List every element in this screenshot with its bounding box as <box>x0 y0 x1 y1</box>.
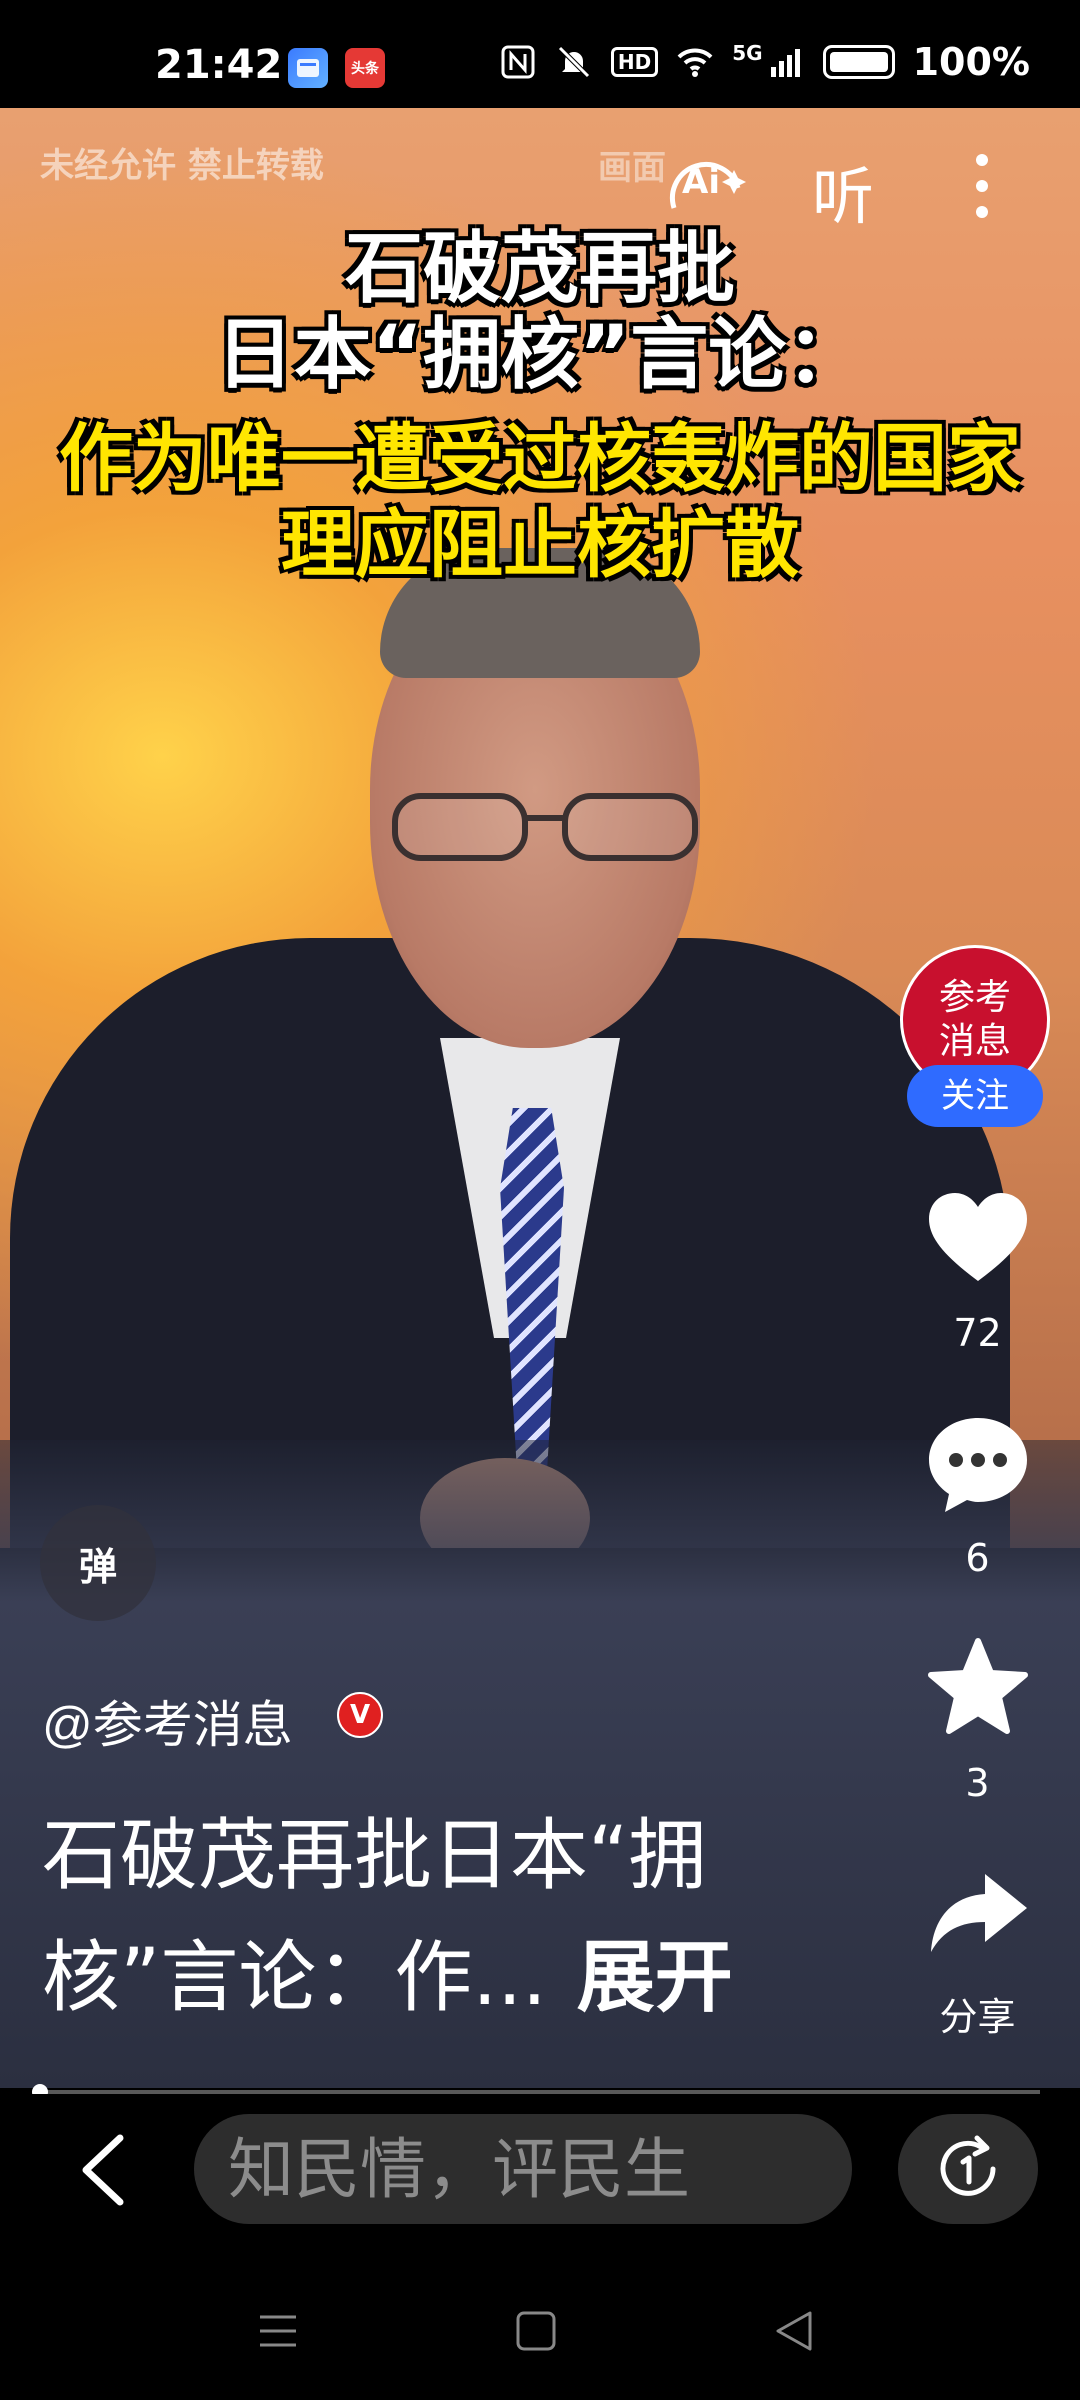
battery-icon <box>822 45 895 79</box>
replay-button[interactable] <box>898 2114 1038 2224</box>
more-options-button[interactable] <box>970 146 994 226</box>
headline-line-4: 理应阻止核扩散 <box>281 502 799 588</box>
status-time: 21:42 <box>155 42 283 88</box>
favorite-action[interactable]: 3 <box>905 1635 1050 1805</box>
recent-apps-icon[interactable] <box>250 2303 306 2359</box>
signal-icon <box>770 49 800 77</box>
ai-button[interactable]: Ai <box>664 148 748 218</box>
video-person-glasses <box>392 793 698 861</box>
danmu-label: 弹 <box>78 1544 117 1589</box>
share-label: 分享 <box>939 1995 1016 2039</box>
watermark-no-repost: 未经允许 禁止转载 <box>40 146 324 186</box>
heart-icon[interactable] <box>923 1185 1033 1295</box>
author-name[interactable]: @参考消息 <box>42 1685 293 1757</box>
home-icon[interactable] <box>508 2303 564 2359</box>
back-button[interactable] <box>70 2130 140 2210</box>
more-vertical-icon <box>976 154 988 218</box>
app-notification-icon <box>288 48 328 88</box>
danmu-toggle-button[interactable]: 弹 <box>40 1505 156 1621</box>
share-action[interactable]: 分享 <box>905 1860 1050 2041</box>
replay-once-icon <box>940 2135 996 2196</box>
share-icon[interactable] <box>923 1860 1033 1970</box>
back-nav-icon[interactable] <box>766 2303 822 2359</box>
nfc-icon <box>501 45 535 79</box>
star-icon[interactable] <box>923 1635 1033 1745</box>
comment-icon[interactable] <box>923 1410 1033 1520</box>
video-caption[interactable]: 石破茂再批日本“拥核”言论：作... 展开 <box>42 1795 862 2039</box>
headline-line-1: 石破茂再批 <box>344 224 735 314</box>
like-count: 72 <box>953 1311 1002 1355</box>
status-icons: HD 5G 100% <box>499 40 1030 84</box>
avatar-text: 参考消息 <box>938 977 1011 1062</box>
battery-percent: 100% <box>912 40 1030 84</box>
toutiao-notification-icon: 头条 <box>345 48 385 88</box>
wifi-icon <box>677 48 713 77</box>
hd-icon: HD <box>610 47 659 77</box>
network-type: 5G <box>732 41 763 65</box>
chevron-left-icon <box>82 2134 124 2206</box>
comment-count: 6 <box>965 1536 990 1580</box>
comment-input[interactable]: 知民情，评民生 <box>194 2114 852 2224</box>
follow-button[interactable]: 关注 <box>907 1065 1043 1127</box>
verified-badge-icon: V <box>337 1692 383 1738</box>
mute-icon <box>558 46 590 78</box>
watermark-source: 画面 <box>598 148 666 188</box>
listen-button[interactable]: 听 <box>812 146 874 236</box>
expand-button[interactable]: 展开 <box>577 1933 733 2023</box>
favorite-count: 3 <box>965 1761 990 1805</box>
like-action[interactable]: 72 <box>905 1185 1050 1355</box>
headline-line-3: 作为唯一遭受过核轰炸的国家 <box>59 416 1021 502</box>
comment-action[interactable]: 6 <box>905 1410 1050 1580</box>
author-avatar-group[interactable]: 参考消息 关注 <box>900 945 1050 1135</box>
status-bar: 21:42 头条 HD 5G 100% <box>0 0 1080 108</box>
ai-label: Ai <box>682 162 720 202</box>
headline-line-2: 日本“拥核”言论： <box>215 310 865 400</box>
